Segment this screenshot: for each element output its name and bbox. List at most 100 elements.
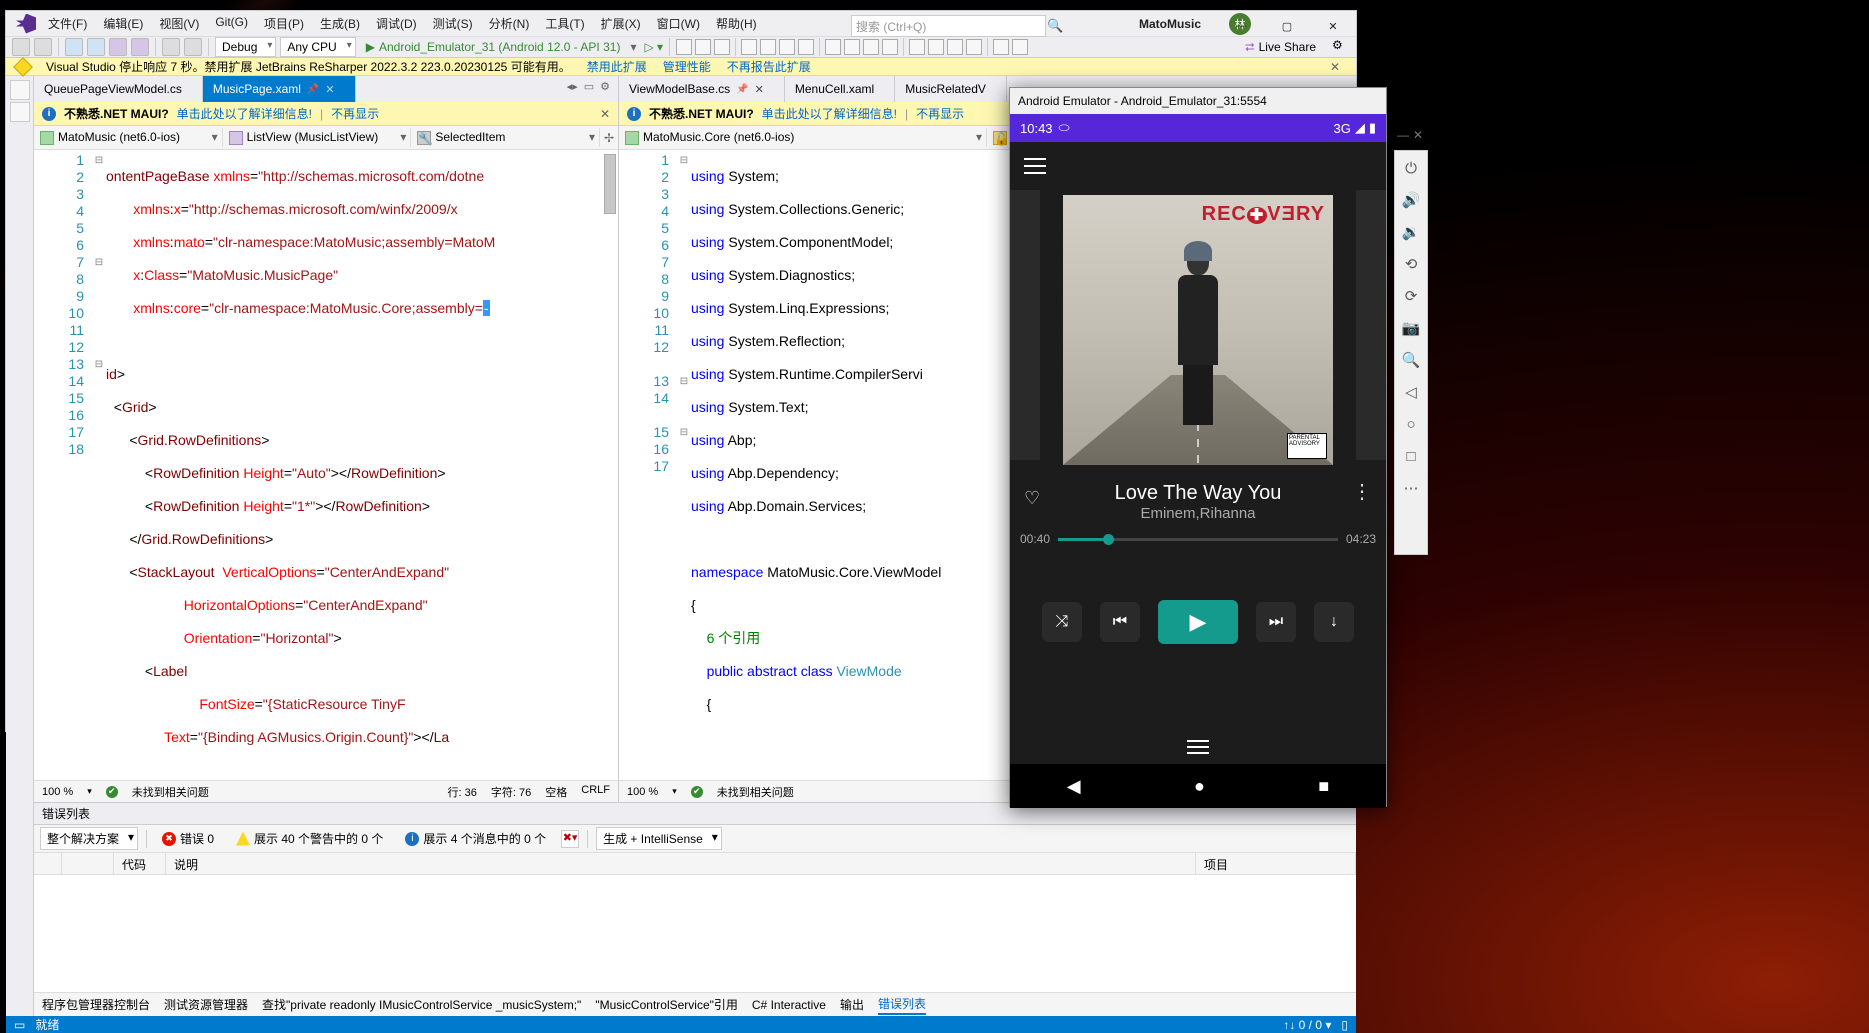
menu-project[interactable]: 项目(P)	[258, 11, 310, 36]
menu-git[interactable]: Git(G)	[209, 11, 254, 36]
maui-learn-link[interactable]: 单击此处以了解详细信息!	[177, 105, 312, 122]
tb-icon[interactable]	[993, 39, 1009, 55]
tb-icon[interactable]	[947, 39, 963, 55]
rotate-right-icon[interactable]: ⟳	[1400, 285, 1422, 307]
home-button[interactable]: ●	[1194, 776, 1205, 797]
tb-icon[interactable]	[825, 39, 841, 55]
search-input[interactable]: 搜索 (Ctrl+Q)	[851, 15, 1046, 37]
emu-home-icon[interactable]: ○	[1400, 413, 1422, 435]
close-hint-icon[interactable]: ✕	[600, 107, 610, 121]
tab-find2[interactable]: "MusicControlService"引用	[595, 996, 738, 1013]
undo-icon[interactable]	[162, 38, 180, 56]
tab-find1[interactable]: 查找"private readonly IMusicControlService…	[262, 996, 581, 1013]
lineending-mode[interactable]: CRLF	[581, 784, 610, 800]
statusbar-icon[interactable]: ▭	[14, 1018, 25, 1032]
menu-extensions[interactable]: 扩展(X)	[595, 11, 647, 36]
start-debug-button[interactable]: Android_Emulator_31 (Android 12.0 - API …	[360, 38, 627, 56]
menu-test[interactable]: 测试(S)	[427, 11, 479, 36]
rotate-left-icon[interactable]: ⟲	[1400, 253, 1422, 275]
whitespace-mode[interactable]: 空格	[545, 784, 567, 800]
tab-errorlist[interactable]: 错误列表	[878, 995, 926, 1015]
menu-analyze[interactable]: 分析(N)	[483, 11, 536, 36]
emu-more-icon[interactable]: ⋯	[1400, 477, 1422, 499]
menu-help[interactable]: 帮助(H)	[710, 11, 763, 36]
fold-column[interactable]: ⊟⊟⊟	[92, 150, 106, 780]
new-project-icon[interactable]	[65, 38, 83, 56]
scope-combo[interactable]: 整个解决方案	[40, 827, 138, 850]
tb-icon[interactable]	[1012, 39, 1028, 55]
minimize-button[interactable]: —	[1218, 11, 1264, 41]
download-button[interactable]: ↓	[1314, 602, 1354, 642]
progress-bar[interactable]	[1058, 538, 1338, 541]
tb-icon[interactable]	[928, 39, 944, 55]
zoom-icon[interactable]: 🔍	[1400, 349, 1422, 371]
tb-icon[interactable]	[966, 39, 982, 55]
hamburger-icon[interactable]	[1024, 158, 1046, 174]
col-project[interactable]: 项目	[1196, 853, 1356, 874]
tb-icon[interactable]	[760, 39, 776, 55]
tab-output[interactable]: 输出	[840, 996, 864, 1013]
queue-button[interactable]	[1010, 732, 1386, 762]
tab-queuepagevm[interactable]: QueuePageViewModel.cs	[34, 76, 203, 102]
save-icon[interactable]	[109, 38, 127, 56]
tab-testexplorer[interactable]: 测试资源管理器	[164, 996, 248, 1013]
prev-album-peek[interactable]	[1010, 190, 1040, 460]
tab-overflow-icon[interactable]: ◂▸	[567, 80, 578, 98]
menu-view[interactable]: 视图(V)	[153, 11, 205, 36]
recents-button[interactable]: ■	[1318, 776, 1329, 797]
zoom-level[interactable]: 100 %	[42, 786, 73, 798]
volume-up-icon[interactable]: 🔊	[1400, 189, 1422, 211]
col-desc[interactable]: 说明	[166, 853, 1196, 874]
col-icon[interactable]	[34, 853, 62, 874]
tab-ext-icon[interactable]: ▭	[584, 80, 594, 98]
config-combo[interactable]: Debug	[215, 37, 276, 57]
tb-icon[interactable]	[882, 39, 898, 55]
nav-member-combo[interactable]: 🔧SelectedItem	[411, 128, 600, 147]
pin-icon[interactable]: 📌	[736, 84, 748, 95]
play-button[interactable]: ▶	[1158, 600, 1238, 644]
platform-combo[interactable]: Any CPU	[280, 37, 355, 57]
menu-file[interactable]: 文件(F)	[42, 11, 93, 36]
tb-icon[interactable]	[844, 39, 860, 55]
emulator-screen[interactable]: 10:43 ⬭ 3G ◢ ▮ REC✚VƎRY PARENTAL ADVISOR…	[1010, 114, 1386, 808]
save-all-icon[interactable]	[131, 38, 149, 56]
redo-icon[interactable]	[184, 38, 202, 56]
tab-musicpage[interactable]: MusicPage.xaml📌✕	[203, 76, 356, 102]
maui-dismiss-link[interactable]: 不再显示	[916, 105, 964, 122]
tb-icon[interactable]	[909, 39, 925, 55]
tab-menucell[interactable]: MenuCell.xaml	[785, 76, 895, 102]
menu-debug[interactable]: 调试(D)	[370, 11, 423, 36]
menu-window[interactable]: 窗口(W)	[651, 11, 706, 36]
git-changes[interactable]: ↑↓ 0 / 0 ▾	[1283, 1018, 1331, 1032]
split-icon[interactable]: ✢	[600, 131, 618, 145]
nav-project-combo[interactable]: MatoMusic.Core (net6.0-ios)	[619, 128, 987, 147]
tb-icon[interactable]	[714, 39, 730, 55]
emulator-titlebar[interactable]: Android Emulator - Android_Emulator_31:5…	[1010, 88, 1386, 114]
tb-icon[interactable]	[779, 39, 795, 55]
emu-close-icon[interactable]: ✕	[1413, 128, 1423, 142]
camera-icon[interactable]: 📷	[1400, 317, 1422, 339]
shuffle-button[interactable]: ⤨	[1042, 602, 1082, 642]
next-album-peek[interactable]	[1356, 190, 1386, 460]
tb-icon[interactable]	[863, 39, 879, 55]
manage-perf-link[interactable]: 管理性能	[663, 58, 711, 75]
emu-back-icon[interactable]: ◁	[1400, 381, 1422, 403]
maui-learn-link[interactable]: 单击此处以了解详细信息!	[762, 105, 897, 122]
col-code[interactable]: 代码	[114, 853, 166, 874]
docoutline-icon[interactable]	[10, 102, 30, 122]
tab-musicrelated[interactable]: MusicRelatedV	[895, 76, 1007, 102]
nav-fwd-icon[interactable]	[34, 38, 52, 56]
close-button[interactable]: ✕	[1310, 11, 1356, 41]
menu-build[interactable]: 生成(B)	[314, 11, 366, 36]
nav-back-icon[interactable]	[12, 38, 30, 56]
tab-viewmodelbase[interactable]: ViewModelBase.cs📌✕	[619, 76, 785, 102]
next-button[interactable]: ⏭	[1256, 602, 1296, 642]
progress-thumb[interactable]	[1103, 534, 1114, 545]
tab-csinteractive[interactable]: C# Interactive	[752, 998, 826, 1012]
dont-report-link[interactable]: 不再报告此扩展	[727, 58, 811, 75]
open-icon[interactable]	[87, 38, 105, 56]
error-count-badge[interactable]: ✖错误 0	[155, 827, 221, 850]
tb-icon[interactable]	[741, 39, 757, 55]
close-tab-icon[interactable]: ✕	[755, 83, 764, 96]
close-warning-icon[interactable]: ✕	[1324, 60, 1346, 74]
